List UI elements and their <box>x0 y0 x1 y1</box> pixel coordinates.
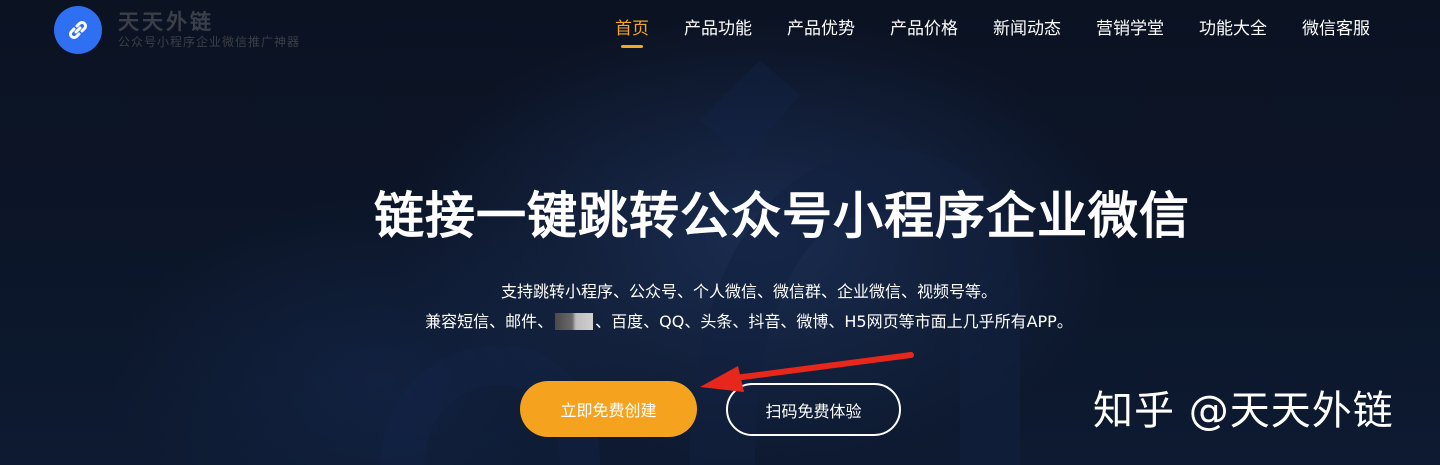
brand-slogan: 公众号小程序企业微信推广神器 <box>118 35 301 49</box>
nav-item-marketing-school[interactable]: 营销学堂 <box>1096 16 1164 42</box>
redacted-block <box>555 313 594 330</box>
main-nav: 首页 产品功能 产品优势 产品价格 新闻动态 营销学堂 功能大全 微信客服 <box>580 16 1370 42</box>
nav-item-features[interactable]: 产品功能 <box>684 16 752 42</box>
nav-item-news[interactable]: 新闻动态 <box>993 16 1061 42</box>
nav-item-home[interactable]: 首页 <box>615 16 649 42</box>
line2-prefix: 兼容短信、邮件、 <box>425 312 554 331</box>
nav-item-all-features[interactable]: 功能大全 <box>1199 16 1267 42</box>
link-icon <box>54 6 102 54</box>
create-free-button[interactable]: 立即免费创建 <box>520 381 697 437</box>
hero-headline: 链接一键跳转公众号小程序企业微信 <box>374 187 1190 245</box>
zhihu-watermark: 知乎 @天天外链 <box>1093 388 1394 434</box>
nav-item-wechat-service[interactable]: 微信客服 <box>1302 16 1370 42</box>
nav-item-advantages[interactable]: 产品优势 <box>787 16 855 42</box>
brand-name: 天天外链 <box>118 10 214 34</box>
nav-item-pricing[interactable]: 产品价格 <box>890 16 958 42</box>
line2-suffix: 、百度、QQ、头条、抖音、微博、H5网页等市面上几乎所有APP。 <box>595 312 1073 331</box>
hero-description-line1: 支持跳转小程序、公众号、个人微信、微信群、企业微信、视频号等。 <box>500 282 997 301</box>
hero-description-line2: 兼容短信、邮件、 、百度、QQ、头条、抖音、微博、H5网页等市面上几乎所有APP。 <box>0 308 1440 332</box>
brand-logo[interactable]: 天天外链 公众号小程序企业微信推广神器 <box>54 6 300 54</box>
scan-trial-button[interactable]: 扫码免费体验 <box>726 383 901 436</box>
